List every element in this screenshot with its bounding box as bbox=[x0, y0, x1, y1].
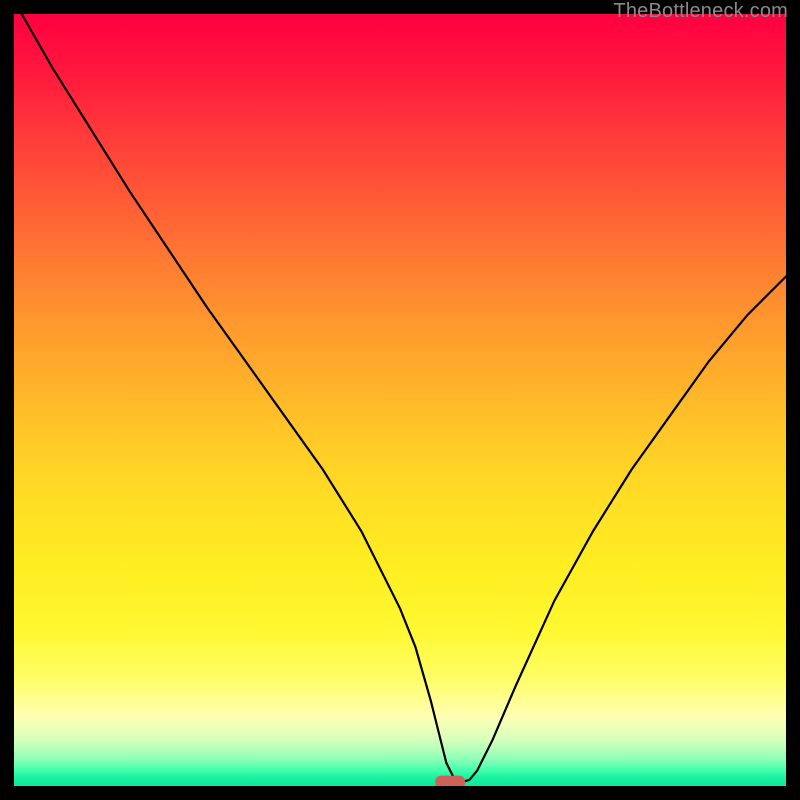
chart-frame: TheBottleneck.com bbox=[0, 0, 800, 800]
optimum-marker bbox=[435, 776, 465, 786]
bottleneck-curve bbox=[22, 14, 786, 782]
watermark-text: TheBottleneck.com bbox=[613, 0, 788, 23]
plot-area bbox=[14, 14, 786, 786]
curve-layer bbox=[14, 14, 786, 786]
